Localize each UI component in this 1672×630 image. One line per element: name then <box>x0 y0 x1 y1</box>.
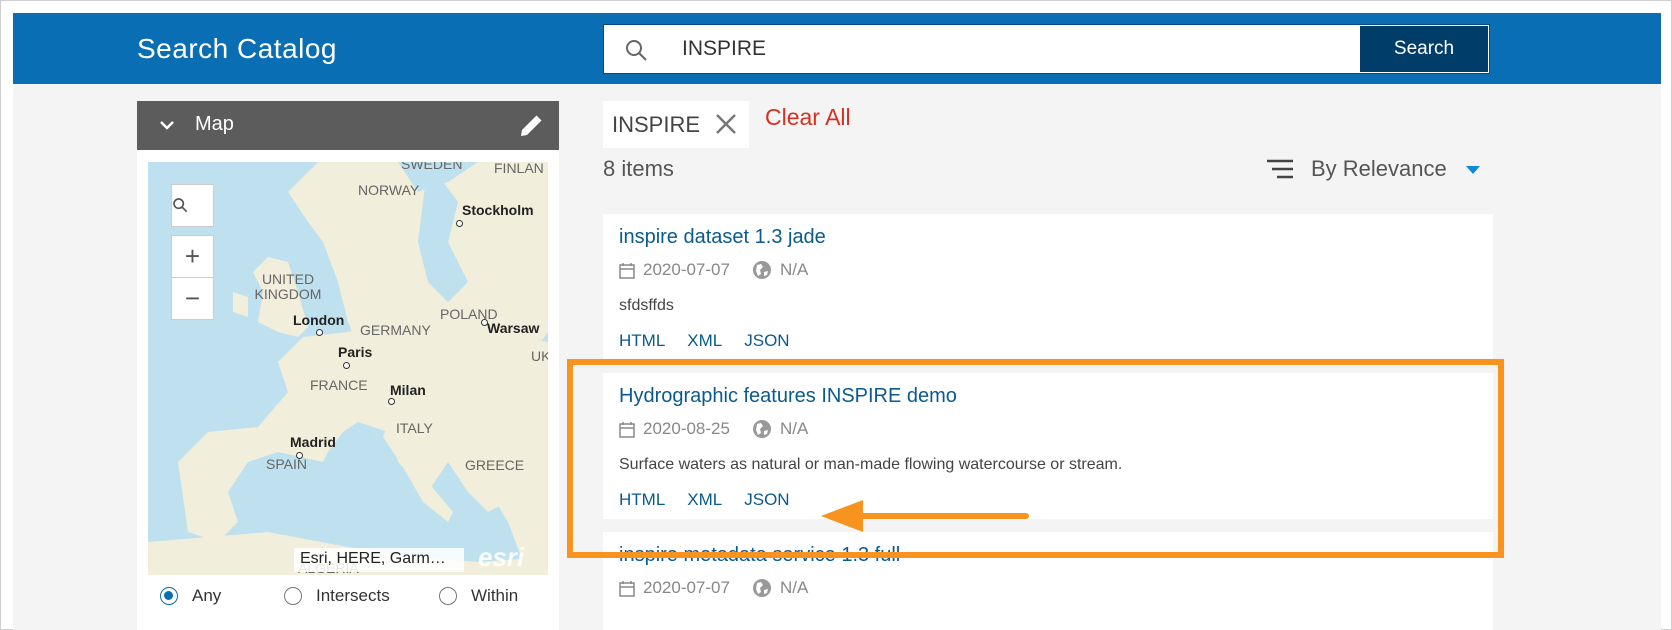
result-meta: 2020-08-25 N/A <box>619 419 808 439</box>
radio-intersects-circle[interactable] <box>284 587 302 605</box>
clear-all-link[interactable]: Clear All <box>765 104 851 131</box>
radio-within[interactable]: Within <box>439 586 518 606</box>
search-box: Search <box>603 24 1490 74</box>
map-view[interactable]: SWEDEN FINLAN NORWAY Stockholm UNITED KI… <box>148 162 548 575</box>
zoom-in-button[interactable]: + <box>171 235 214 278</box>
search-icon <box>626 40 647 61</box>
result-scale: N/A <box>779 578 809 597</box>
radio-within-circle[interactable] <box>439 587 457 605</box>
chevron-down-icon[interactable] <box>158 116 176 134</box>
filter-chip: INSPIRE <box>603 101 749 148</box>
map-city-warsaw: Warsaw <box>487 320 540 336</box>
map-city-dot <box>343 362 350 369</box>
esri-logo: esri <box>478 542 525 572</box>
caret-down-icon[interactable] <box>1466 166 1480 174</box>
result-card: Hydrographic features INSPIRE demo 2020-… <box>603 373 1493 519</box>
result-scale: N/A <box>779 419 809 438</box>
close-icon[interactable] <box>715 113 737 135</box>
results-count: 8 items <box>603 156 674 181</box>
map-city-dot <box>388 398 395 405</box>
radio-any[interactable]: Any <box>160 586 221 606</box>
result-card: inspire metadata service 1.3 full 2020-0… <box>603 532 1493 630</box>
sort-dropdown[interactable]: By Relevance <box>1311 156 1447 182</box>
globe-icon <box>752 579 771 597</box>
map-label-spain: SPAIN <box>266 456 307 472</box>
xml-link[interactable]: XML <box>687 490 722 510</box>
filter-chip-label: INSPIRE <box>612 111 701 137</box>
map-label-sweden: SWEDEN <box>401 162 463 172</box>
map-city-milan: Milan <box>390 382 426 398</box>
map-city-dot <box>456 220 463 227</box>
xml-link[interactable]: XML <box>687 331 722 351</box>
json-link[interactable]: JSON <box>744 331 789 351</box>
map-label-germany: GERMANY <box>360 322 431 338</box>
json-link[interactable]: JSON <box>744 490 789 510</box>
result-description: sfdsffds <box>619 297 674 314</box>
map-label-uk: UNITED KINGDOM <box>254 271 322 302</box>
result-title-link[interactable]: inspire metadata service 1.3 full <box>619 544 900 567</box>
pencil-icon[interactable] <box>517 112 545 140</box>
map-city-dot <box>481 319 488 326</box>
search-input[interactable] <box>682 25 1342 73</box>
radio-intersects[interactable]: Intersects <box>284 586 390 606</box>
map-label-greece: GREECE <box>465 457 525 473</box>
radio-within-label: Within <box>471 586 519 605</box>
map-label-norway: NORWAY <box>358 182 420 198</box>
search-icon <box>173 198 188 213</box>
map-city-london: London <box>293 312 345 328</box>
window-frame: Search Catalog Search Map <box>0 0 1672 630</box>
result-date: 2020-07-07 <box>643 578 730 597</box>
calendar-icon <box>619 580 635 597</box>
arrow-annotation <box>821 500 1029 532</box>
map-city-dot <box>316 329 323 336</box>
globe-icon <box>752 261 771 279</box>
result-meta: 2020-07-07 N/A <box>619 578 808 598</box>
globe-icon <box>752 420 771 438</box>
map-label-italy: ITALY <box>396 420 433 436</box>
map-panel-label: Map <box>195 113 234 135</box>
result-links: HTML XML JSON <box>619 490 812 510</box>
map-attribution: Esri, HERE, Garm… <box>294 548 464 572</box>
result-date: 2020-07-07 <box>643 260 730 279</box>
result-title-link[interactable]: Hydrographic features INSPIRE demo <box>619 385 957 408</box>
app-header: Search Catalog Search <box>13 13 1661 84</box>
result-date: 2020-08-25 <box>643 419 730 438</box>
map-label-france: FRANCE <box>310 377 368 393</box>
map-city-stockholm: Stockholm <box>462 202 534 218</box>
map-label-finland: FINLAN <box>494 162 544 176</box>
map-panel-header[interactable]: Map <box>137 101 559 150</box>
spatial-filter-options: Any Intersects Within <box>137 586 559 616</box>
result-meta: 2020-07-07 N/A <box>619 260 808 280</box>
sort-icon[interactable] <box>1267 159 1293 179</box>
radio-any-circle[interactable] <box>160 587 178 605</box>
html-link[interactable]: HTML <box>619 331 665 351</box>
result-description: Surface waters as natural or man-made fl… <box>619 456 1123 473</box>
radio-intersects-label: Intersects <box>316 586 390 605</box>
main-content: Map SWEDEN FINLAN NORWAY Stockholm UNITE… <box>13 84 1661 630</box>
result-scale: N/A <box>779 260 809 279</box>
radio-any-label: Any <box>192 586 222 605</box>
map-city-madrid: Madrid <box>290 434 336 450</box>
map-city-paris: Paris <box>338 344 373 360</box>
zoom-out-button[interactable]: − <box>171 277 214 320</box>
map-label-ukraine: UK <box>531 348 548 364</box>
result-links: HTML XML JSON <box>619 331 812 351</box>
html-link[interactable]: HTML <box>619 490 665 510</box>
app-title: Search Catalog <box>137 33 338 64</box>
calendar-icon <box>619 421 635 438</box>
search-button[interactable]: Search <box>1359 25 1489 73</box>
result-title-link[interactable]: inspire dataset 1.3 jade <box>619 226 826 249</box>
calendar-icon <box>619 262 635 279</box>
sidebar: Map SWEDEN FINLAN NORWAY Stockholm UNITE… <box>137 101 559 630</box>
result-card: inspire dataset 1.3 jade 2020-07-07 N/A … <box>603 214 1493 359</box>
map-search-button[interactable] <box>171 184 214 227</box>
